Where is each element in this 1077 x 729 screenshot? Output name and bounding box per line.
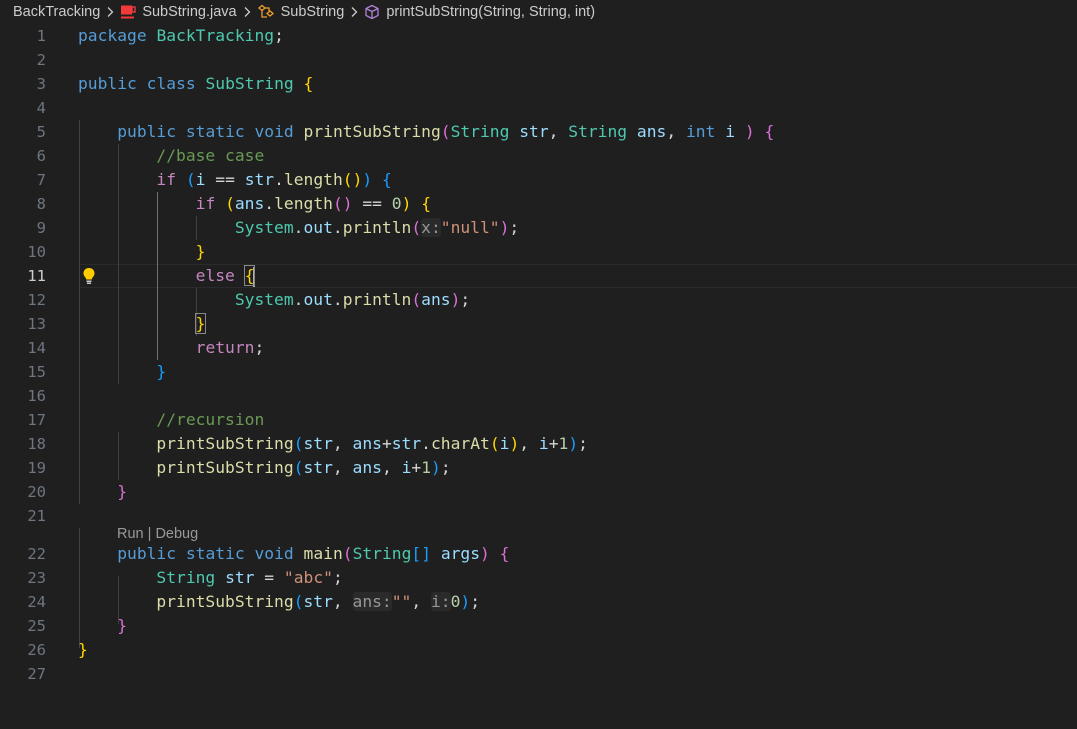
line-number: 4	[36, 99, 46, 117]
debug-codelens-link[interactable]: Debug	[155, 526, 198, 542]
breadcrumb-file[interactable]: SubString.java	[120, 4, 237, 20]
code-line[interactable]: if (ans.length() == 0) {	[78, 192, 431, 216]
run-codelens-link[interactable]: Run	[117, 526, 144, 542]
code-line[interactable]: //recursion	[78, 408, 264, 432]
breadcrumb: BackTracking SubString.java SubString pr…	[0, 0, 1077, 24]
codelens: Run | Debug	[117, 524, 198, 544]
code-line[interactable]: printSubString(str, ans+str.charAt(i), i…	[78, 432, 588, 456]
inlay-hint: ans:	[352, 592, 392, 611]
line-number: 2	[36, 51, 46, 69]
code-line[interactable]: System.out.println(x:"null");	[78, 216, 519, 240]
code-line[interactable]: }	[78, 638, 88, 662]
code-line[interactable]: return;	[78, 336, 265, 360]
code-line[interactable]: public class SubString {	[78, 72, 313, 96]
codelens-separator: |	[143, 526, 156, 542]
bracket-match: }	[194, 313, 207, 334]
inlay-hint: x:	[421, 218, 441, 237]
code-line[interactable]: if (i == str.length()) {	[78, 168, 391, 192]
line-number: 21	[27, 507, 46, 525]
code-line[interactable]: }	[78, 312, 207, 336]
method-cube-icon	[365, 4, 379, 20]
code-line[interactable]: printSubString(str, ans:"", i:0);	[78, 590, 480, 614]
code-line[interactable]: //base case	[78, 144, 264, 168]
java-file-icon	[121, 5, 137, 19]
code-editor[interactable]: 1 2 3 4 5 6 7 8 9 10 11 12 13 14 15 16 1…	[0, 24, 1077, 729]
code-line[interactable]: public static void main(String[] args) {	[78, 542, 509, 566]
code-line[interactable]: System.out.println(ans);	[78, 288, 470, 312]
class-symbol-icon	[257, 4, 274, 18]
code-line[interactable]: printSubString(str, ans, i+1);	[78, 456, 450, 480]
chevron-right-icon	[107, 7, 114, 17]
code-line-active[interactable]: else {	[78, 264, 256, 288]
chevron-right-icon	[351, 7, 358, 17]
breadcrumb-folder[interactable]: BackTracking	[13, 4, 100, 20]
lightbulb-icon[interactable]	[81, 267, 97, 285]
code-line[interactable]: }	[78, 614, 127, 638]
line-number: 27	[27, 665, 46, 683]
code-line[interactable]: public static void printSubString(String…	[78, 120, 774, 144]
code-line[interactable]: }	[78, 360, 166, 384]
breadcrumb-class[interactable]: SubString	[257, 4, 344, 20]
inlay-hint: i:	[430, 592, 451, 611]
chevron-right-icon	[244, 7, 251, 17]
code-line[interactable]: package BackTracking;	[78, 24, 284, 48]
text-cursor	[253, 266, 256, 287]
code-line[interactable]: }	[78, 240, 206, 264]
line-number: 16	[27, 387, 46, 405]
code-line[interactable]: String str = "abc";	[78, 566, 342, 590]
breadcrumb-method[interactable]: printSubString(String, String, int)	[364, 4, 595, 20]
code-line[interactable]: }	[78, 480, 127, 504]
